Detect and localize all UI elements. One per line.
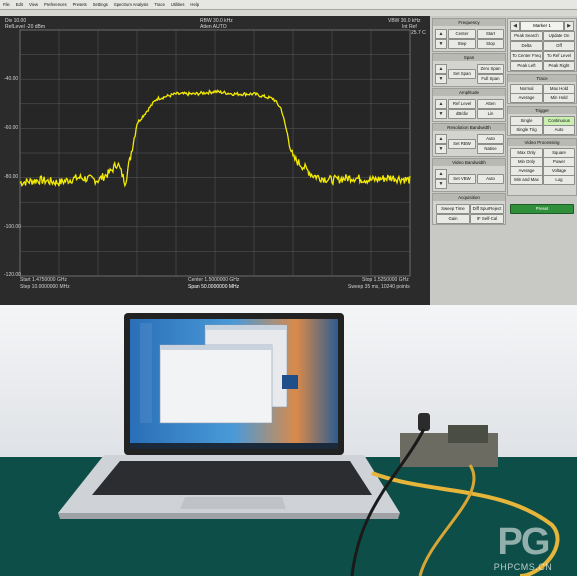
preset-button[interactable]: Preset (510, 204, 574, 214)
stop-button[interactable]: Stop (477, 39, 504, 49)
marker-select[interactable]: Marker 1 (520, 21, 564, 31)
trace-average-button[interactable]: Average (510, 93, 543, 103)
vbw-title: Video Bandwidth (433, 159, 505, 166)
span-value: Span 50.0000000 MHz (188, 284, 240, 290)
video-processing-group: Video Processing Max Only Square Min Onl… (507, 138, 577, 196)
center-button[interactable]: Center (448, 29, 476, 39)
start-frequency: Start 1.4750000 GHz (20, 277, 67, 283)
frequency-title: Frequency (433, 19, 505, 26)
frequency-up-arrow-icon[interactable]: ▲ (435, 29, 447, 39)
span-group: Span ▲ ▼ Set Span Zero Span Full Span (432, 53, 506, 87)
update-on-button[interactable]: Update On (543, 31, 575, 41)
sweep-info: Sweep 35 ms, 10240 points (348, 284, 410, 290)
amplitude-down-arrow-icon[interactable]: ▼ (435, 109, 447, 119)
watermark-text: PHPCMS.CN (493, 562, 553, 572)
rbw-down-arrow-icon[interactable]: ▼ (435, 144, 447, 154)
peak-right-button[interactable]: Peak Right (543, 61, 575, 71)
menu-preferences[interactable]: Preferences (41, 0, 70, 9)
ref-level-button[interactable]: Ref Level (448, 99, 476, 109)
delta-button[interactable]: Delta (510, 41, 543, 51)
marker-group: ◀ Marker 1 ▶ Peak Search Update On Delta… (507, 18, 577, 72)
off-button[interactable]: Off (543, 41, 575, 51)
spectrum-analyzer-app: File Edit View Preferences Presets Settings Sp… (0, 0, 577, 305)
acquisition-group: Acquisition Sweep Time Diff SpurReject G… (432, 193, 506, 225)
log-button[interactable]: Log (543, 175, 575, 185)
marker-prev-icon[interactable]: ◀ (510, 21, 520, 31)
step-button[interactable]: Step (448, 39, 476, 49)
min-hold-button[interactable]: Min Hold (543, 93, 575, 103)
stop-frequency: Stop 1.5250000 GHz (362, 277, 409, 283)
single-trig-button[interactable]: Single Trig (510, 125, 543, 135)
peak-search-button[interactable]: Peak Search (510, 31, 543, 41)
to-center-freq-button[interactable]: To Center Freq (510, 51, 543, 61)
peak-left-button[interactable]: Peak Left (510, 61, 543, 71)
frequency-group: Frequency ▲ ▼ Center Start Step Stop (432, 18, 506, 52)
menu-settings[interactable]: Settings (90, 0, 111, 9)
vbw-group: Video Bandwidth ▲ ▼ Set VBW Auto (432, 158, 506, 192)
menu-help[interactable]: Help (187, 0, 202, 9)
amplitude-up-arrow-icon[interactable]: ▲ (435, 99, 447, 109)
menu-trace[interactable]: Trace (151, 0, 168, 9)
set-rbw-button[interactable]: Set RBW (448, 139, 476, 149)
rbw-title: Resolution Bandwidth (433, 124, 505, 131)
amplitude-title: Amplitude (433, 89, 505, 96)
rbw-auto-button[interactable]: Auto (477, 134, 504, 144)
center-frequency: Center 1.5000000 GHz (188, 277, 240, 283)
menu-spectrum-analysis[interactable]: Spectrum Analysis (111, 0, 151, 9)
sweep-time-button[interactable]: Sweep Time (436, 204, 470, 214)
zero-span-button[interactable]: Zero Span (477, 64, 504, 74)
diff-spur-reject-button[interactable]: Diff SpurReject (470, 204, 504, 214)
amplitude-group: Amplitude ▲ ▼ Ref Level Atten dB/div Lin (432, 88, 506, 122)
gain-button[interactable]: Gain (436, 214, 470, 224)
menu-edit[interactable]: Edit (13, 0, 26, 9)
set-vbw-button[interactable]: Set VBW (448, 174, 476, 184)
if-self-cal-button[interactable]: IF Self-Cal (470, 214, 504, 224)
start-button[interactable]: Start (477, 29, 504, 39)
y-tick-label: -40.00 (4, 76, 19, 82)
span-up-arrow-icon[interactable]: ▲ (435, 64, 447, 74)
video-processing-title: Video Processing (508, 139, 576, 146)
spectrum-display: Div 10.00 RefLevel -20 dBm RBW 30.0 kHz … (0, 16, 430, 305)
control-panel: Frequency ▲ ▼ Center Start Step Stop Spa… (430, 16, 577, 305)
trigger-title: Trigger (508, 107, 576, 114)
span-down-arrow-icon[interactable]: ▼ (435, 74, 447, 84)
step-frequency: Step 10.0000000 MHz (20, 284, 70, 290)
spectrum-plot (19, 29, 411, 277)
frequency-down-arrow-icon[interactable]: ▼ (435, 39, 447, 49)
full-span-button[interactable]: Full Span (477, 74, 504, 84)
trace-group: Trace Normal Max Hold Average Min Hold (507, 74, 577, 104)
rbw-group: Resolution Bandwidth ▲ ▼ Set RBW Auto Na… (432, 123, 506, 157)
y-tick-label: -100.00 (4, 224, 21, 230)
native-button[interactable]: Native (477, 144, 504, 154)
span-title: Span (433, 54, 505, 61)
menu-presets[interactable]: Presets (70, 0, 90, 9)
lin-button[interactable]: Lin (477, 109, 504, 119)
vbw-down-arrow-icon[interactable]: ▼ (435, 179, 447, 189)
marker-next-icon[interactable]: ▶ (564, 21, 574, 31)
db-per-div-button[interactable]: dB/div (448, 109, 476, 119)
trace-title: Trace (508, 75, 576, 82)
laptop-photo: PG PHPCMS.CN (0, 305, 577, 576)
y-tick-label: -120.00 (4, 272, 21, 278)
set-span-button[interactable]: Set Span (448, 69, 476, 79)
trigger-group: Trigger Single Continuous Single Trig Au… (507, 106, 577, 136)
menu-view[interactable]: View (26, 0, 41, 9)
menu-bar: File Edit View Preferences Presets Settings Sp… (0, 0, 577, 10)
vbw-auto-button[interactable]: Auto (477, 174, 504, 184)
acquisition-title: Acquisition (433, 194, 505, 201)
rbw-up-arrow-icon[interactable]: ▲ (435, 134, 447, 144)
y-tick-label: -60.00 (4, 125, 19, 131)
menu-file[interactable]: File (0, 0, 13, 9)
atten-button[interactable]: Atten (477, 99, 504, 109)
watermark-letters: PG (497, 521, 551, 563)
y-tick-label: -80.00 (4, 174, 19, 180)
menu-utilities[interactable]: Utilities (168, 0, 188, 9)
to-ref-level-button[interactable]: To Ref Level (543, 51, 575, 61)
trigger-auto-button[interactable]: Auto (543, 125, 575, 135)
min-and-max-button[interactable]: Min and Max (510, 175, 543, 185)
watermark-logo: PG PHPCMS.CN (477, 522, 569, 572)
vbw-up-arrow-icon[interactable]: ▲ (435, 169, 447, 179)
